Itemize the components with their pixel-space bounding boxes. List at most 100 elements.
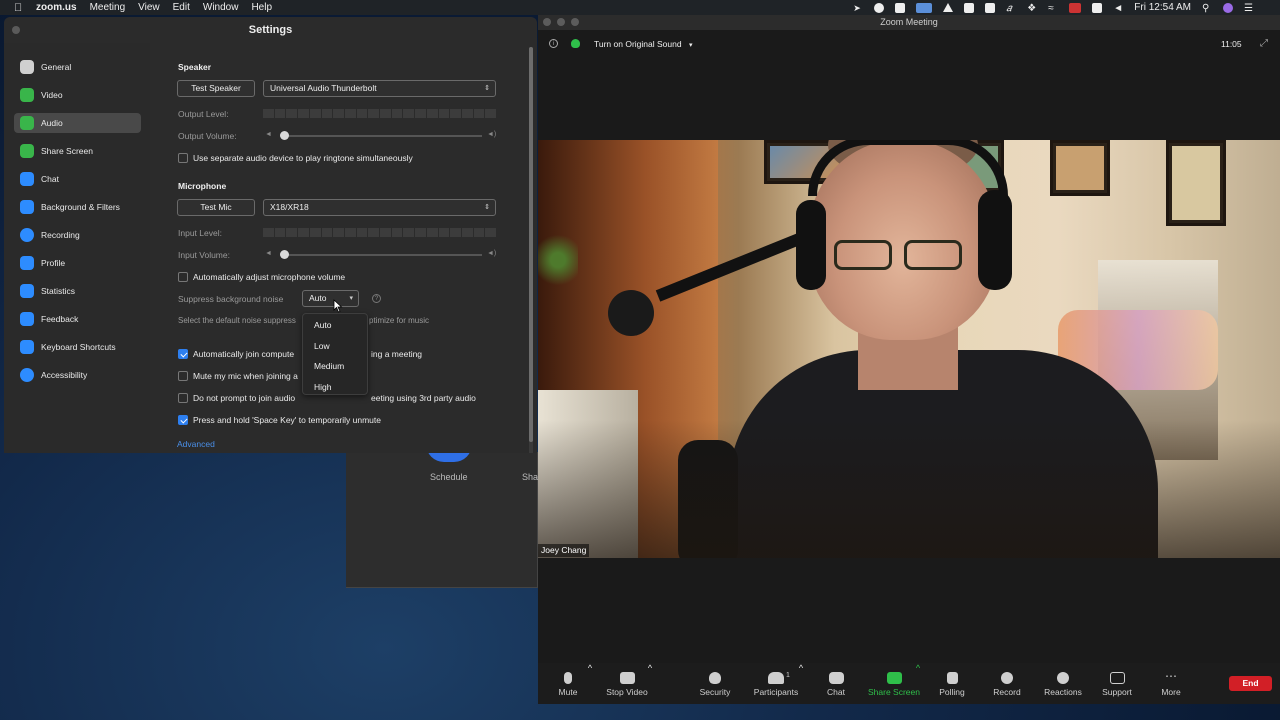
macos-menu-bar:  zoom.us Meeting View Edit Window Help … <box>0 0 1280 15</box>
speaker-device-value: Universal Audio Thunderbolt <box>270 83 377 93</box>
sidebar-item-general[interactable]: General <box>14 57 141 77</box>
grid-icon[interactable] <box>964 2 975 13</box>
sidebar-item-label: Video <box>41 90 63 100</box>
test-mic-button[interactable]: Test Mic <box>177 199 255 216</box>
encryption-shield-icon[interactable] <box>571 39 580 48</box>
minimize-window-button[interactable] <box>557 18 565 26</box>
sidebar-item-label: Accessibility <box>41 370 88 380</box>
record-status-icon[interactable] <box>874 2 885 13</box>
sidebar-item-recording[interactable]: Recording <box>14 225 141 245</box>
original-sound-label: Turn on Original Sound <box>594 39 682 49</box>
statistics-icon <box>20 284 34 298</box>
video-options-caret[interactable]: ^ <box>646 663 654 704</box>
meeting-title: Zoom Meeting <box>880 17 938 27</box>
close-window-button[interactable] <box>12 26 20 34</box>
zoom-status-icon[interactable] <box>895 2 906 13</box>
sidebar-item-statistics[interactable]: Statistics <box>14 281 141 301</box>
original-sound-toggle[interactable]: Turn on Original Sound ▾ <box>594 39 692 49</box>
meeting-info-icon[interactable]: i <box>549 39 558 48</box>
sidebar-item-audio[interactable]: Audio <box>14 113 141 133</box>
auto-adjust-label: Automatically adjust microphone volume <box>193 272 346 282</box>
meeting-toolbar: Mute ^ Stop Video ^ Security Participant… <box>538 663 1280 704</box>
mute-on-join-checkbox[interactable] <box>178 371 188 381</box>
sidebar-item-keyboard-shortcuts[interactable]: Keyboard Shortcuts <box>14 337 141 357</box>
no-prompt-checkbox[interactable] <box>178 393 188 403</box>
suppress-noise-select[interactable]: Auto ▾ <box>302 290 359 307</box>
apple-menu-icon[interactable]:  <box>14 2 24 14</box>
reactions-icon <box>1057 672 1069 684</box>
menu-view[interactable]: View <box>138 2 160 13</box>
menu-option-auto[interactable]: Auto <box>314 320 332 330</box>
participant-video[interactable]: Joey Chang <box>538 140 1280 558</box>
space-unmute-label: Press and hold 'Space Key' to temporaril… <box>193 415 381 425</box>
siri-icon[interactable] <box>1223 2 1233 13</box>
end-meeting-button[interactable]: End <box>1229 676 1272 691</box>
security-label: Security <box>699 687 731 697</box>
wifi-icon[interactable]: ≈ <box>1048 3 1058 14</box>
video-shade <box>538 420 1280 558</box>
security-button[interactable]: Security <box>680 663 750 704</box>
microphone-device-select[interactable]: X18/XR18 ⇕ <box>263 199 496 216</box>
control-center-icon[interactable]: ☰ <box>1244 3 1254 14</box>
settings-scrollbar[interactable] <box>529 47 533 453</box>
sidebar-item-share-screen[interactable]: Share Screen <box>14 141 141 161</box>
speaker-device-select[interactable]: Universal Audio Thunderbolt ⇕ <box>263 80 496 97</box>
sidebar-item-feedback[interactable]: Feedback <box>14 309 141 329</box>
profile-icon <box>20 256 34 270</box>
record-icon <box>20 228 34 242</box>
sidebar-item-background-filters[interactable]: Background & Filters <box>14 197 141 217</box>
advanced-link[interactable]: Advanced <box>177 439 215 449</box>
more-button[interactable]: ⋯ More <box>1136 663 1206 704</box>
auto-adjust-checkbox[interactable] <box>178 272 188 282</box>
menu-help[interactable]: Help <box>251 2 272 13</box>
fullscreen-icon[interactable]: ⤢ <box>1260 38 1268 49</box>
output-volume-knob[interactable] <box>280 131 289 140</box>
video-mic-shockmount <box>608 290 654 336</box>
menu-window[interactable]: Window <box>203 2 239 13</box>
auto-join-audio-label-tail: ing a meeting <box>371 349 423 359</box>
chevron-down-icon: ▾ <box>349 295 353 302</box>
menu-option-medium[interactable]: Medium <box>314 361 344 371</box>
headphones-icon <box>20 116 34 130</box>
menu-app-name[interactable]: zoom.us <box>36 2 77 13</box>
flag-icon[interactable] <box>1069 2 1082 13</box>
airplay-icon[interactable] <box>1092 2 1103 13</box>
ringtone-checkbox[interactable] <box>178 153 188 163</box>
clipboard-icon[interactable] <box>985 2 996 13</box>
menu-meeting[interactable]: Meeting <box>90 2 126 13</box>
test-speaker-button[interactable]: Test Speaker <box>177 80 255 97</box>
location-icon[interactable]: ➤ <box>853 3 863 13</box>
menu-clock[interactable]: Fri 12:54 AM <box>1134 2 1191 13</box>
sidebar-item-accessibility[interactable]: Accessibility <box>14 365 141 385</box>
more-label: More <box>1161 687 1181 697</box>
auto-join-audio-checkbox[interactable] <box>178 349 188 359</box>
screen-share-icon[interactable] <box>916 2 933 13</box>
scrollbar-thumb[interactable] <box>529 47 533 442</box>
meeting-top-bar: i Turn on Original Sound ▾ 11:05 ⤢ <box>538 30 1280 56</box>
space-unmute-checkbox[interactable] <box>178 415 188 425</box>
speaker-section-title: Speaker <box>178 62 212 72</box>
meeting-titlebar: Zoom Meeting <box>538 15 1280 30</box>
sidebar-item-chat[interactable]: Chat <box>14 169 141 189</box>
microphone-device-value: X18/XR18 <box>270 202 309 212</box>
microphone-section-title: Microphone <box>178 181 227 191</box>
menu-edit[interactable]: Edit <box>173 2 190 13</box>
script-icon[interactable]: 𝑎 <box>1006 3 1016 14</box>
drive-icon[interactable] <box>943 3 954 12</box>
zoom-window-button[interactable] <box>571 18 579 26</box>
volume-icon[interactable]: ◄ <box>1113 3 1123 14</box>
close-window-button[interactable] <box>543 18 551 26</box>
output-volume-label: Output Volume: <box>178 131 237 141</box>
share-label: Share <box>522 472 538 482</box>
spotlight-search-icon[interactable]: ⚲ <box>1202 3 1212 14</box>
help-icon[interactable]: ? <box>372 294 381 303</box>
suppress-noise-value: Auto <box>309 293 327 303</box>
sidebar-item-profile[interactable]: Profile <box>14 253 141 273</box>
sidebar-item-video[interactable]: Video <box>14 85 141 105</box>
menu-option-low[interactable]: Low <box>314 341 330 351</box>
bluetooth-icon[interactable]: ❖ <box>1027 3 1037 14</box>
input-volume-slider[interactable] <box>280 254 482 256</box>
output-volume-slider[interactable] <box>280 135 482 137</box>
input-volume-knob[interactable] <box>280 250 289 259</box>
menu-option-high[interactable]: High <box>314 382 331 392</box>
